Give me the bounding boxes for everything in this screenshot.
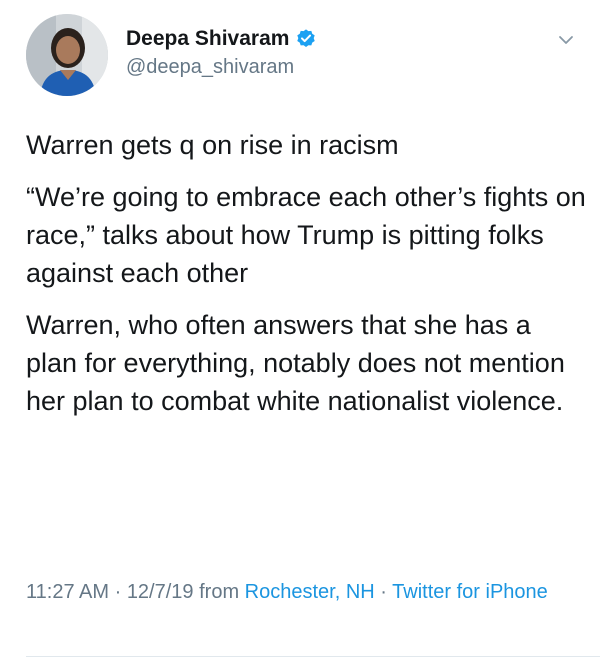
author-names: Deepa Shivaram @deepa_shivaram — [126, 24, 317, 79]
tweet-time[interactable]: 11:27 AM — [26, 581, 109, 603]
tweet-header: Deepa Shivaram @deepa_shivaram — [26, 14, 586, 98]
tweet-paragraph: Warren gets q on rise in racism — [26, 130, 399, 160]
divider — [26, 656, 600, 657]
meta-separator: · — [374, 581, 393, 603]
tweet-paragraph: “We’re going to embrace each other’s fig… — [26, 182, 586, 288]
from-label: from — [193, 581, 245, 603]
tweet-card: Deepa Shivaram @deepa_shivaram Warren ge… — [0, 0, 600, 660]
display-name[interactable]: Deepa Shivaram — [126, 27, 289, 51]
avatar[interactable] — [26, 14, 108, 96]
tweet-text: Warren gets q on rise in racism “We’re g… — [26, 126, 586, 434]
meta-separator: · — [109, 581, 127, 603]
display-name-row: Deepa Shivaram — [126, 24, 317, 54]
location-link[interactable]: Rochester, NH — [245, 581, 375, 603]
tweet-date[interactable]: 12/7/19 — [127, 581, 194, 603]
chevron-down-icon[interactable] — [556, 30, 576, 50]
source-link[interactable]: Twitter for iPhone — [392, 581, 548, 603]
tweet-metadata: 11:27 AM · 12/7/19 from Rochester, NH · … — [26, 576, 586, 608]
handle[interactable]: @deepa_shivaram — [126, 56, 317, 79]
tweet-paragraph: Warren, who often answers that she has a… — [26, 310, 565, 416]
verified-badge-icon — [295, 28, 317, 50]
